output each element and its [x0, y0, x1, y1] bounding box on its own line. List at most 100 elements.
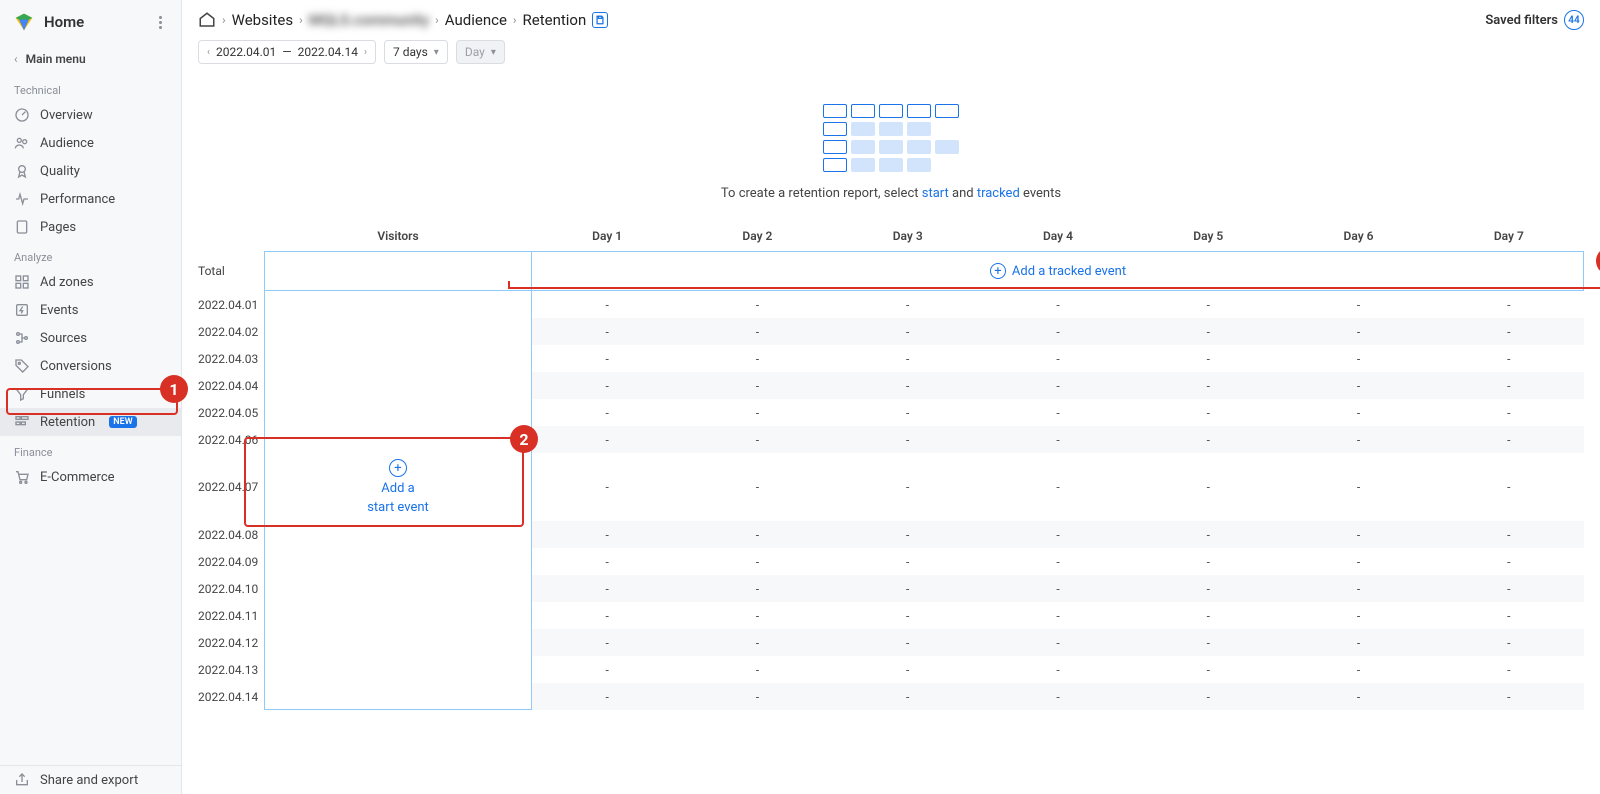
row-visitors-cell — [264, 426, 532, 453]
sidebar-item-conversions[interactable]: Conversions — [0, 352, 181, 380]
row-visitors-cell — [264, 683, 532, 710]
chevron-right-icon: › — [222, 13, 226, 27]
table-cell: - — [983, 656, 1133, 683]
share-export-label: Share and export — [40, 773, 138, 788]
table-cell: - — [682, 318, 832, 345]
row-date: 2022.04.13 — [198, 656, 264, 683]
chevron-left-icon: ‹ — [207, 47, 210, 58]
filterbar: ‹ 2022.04.01 — 2022.04.14 › 7 days ▾ Day… — [182, 40, 1600, 74]
chevron-right-icon: › — [435, 13, 439, 27]
sidebar-item-events[interactable]: Events — [0, 296, 181, 324]
row-date: 2022.04.11 — [198, 602, 264, 629]
row-visitors-cell: Add astart event — [264, 453, 532, 521]
chevron-down-icon: ▾ — [491, 47, 496, 58]
table-cell: - — [1434, 602, 1584, 629]
table-cell: - — [532, 548, 682, 575]
retention-table-wrap: VisitorsDay 1Day 2Day 3Day 4Day 5Day 6Da… — [182, 221, 1600, 710]
chevron-right-icon: › — [513, 13, 517, 27]
crumb-websites[interactable]: Websites — [232, 11, 293, 29]
row-visitors-cell — [264, 372, 532, 399]
col-day-7: Day 7 — [1434, 221, 1584, 251]
col-visitors: Visitors — [264, 221, 532, 251]
crumb-retention: Retention — [523, 11, 587, 29]
col-day-1: Day 1 — [532, 221, 682, 251]
table-cell: - — [532, 426, 682, 453]
sidebar-item-ad-zones[interactable]: Ad zones — [0, 268, 181, 296]
row-date: 2022.04.02 — [198, 318, 264, 345]
sidebar-item-e-commerce[interactable]: E-Commerce — [0, 463, 181, 491]
row-visitors-cell — [264, 318, 532, 345]
saved-filters[interactable]: Saved filters 44 — [1485, 10, 1584, 30]
table-cell: - — [1283, 372, 1433, 399]
table-cell: - — [1434, 426, 1584, 453]
save-report-icon[interactable] — [592, 12, 608, 28]
sidebar: Home ‹ Main menu TechnicalOverviewAudien… — [0, 0, 182, 794]
sidebar-item-pages[interactable]: Pages — [0, 213, 181, 241]
table-cell: - — [1133, 291, 1283, 318]
row-visitors-cell — [264, 521, 532, 548]
table-cell: - — [1283, 683, 1433, 710]
table-cell: - — [983, 399, 1133, 426]
retention-grid-illustration — [823, 104, 959, 172]
col-day-6: Day 6 — [1283, 221, 1433, 251]
table-cell: - — [1283, 548, 1433, 575]
main-menu-back[interactable]: ‹ Main menu — [0, 44, 181, 74]
sidebar-item-sources[interactable]: Sources — [0, 324, 181, 352]
row-date: 2022.04.04 — [198, 372, 264, 399]
table-cell: - — [1434, 656, 1584, 683]
date-range-picker[interactable]: ‹ 2022.04.01 — 2022.04.14 › — [198, 40, 376, 64]
share-export[interactable]: Share and export — [0, 766, 181, 794]
table-cell: - — [1283, 656, 1433, 683]
sidebar-item-audience[interactable]: Audience — [0, 129, 181, 157]
branches-icon — [14, 330, 30, 346]
table-cell: - — [1434, 453, 1584, 521]
period-label: 7 days — [393, 45, 428, 59]
date-to: 2022.04.14 — [298, 45, 358, 59]
col-day-4: Day 4 — [983, 221, 1133, 251]
chevron-right-icon: › — [299, 13, 303, 27]
nav-label: Funnels — [40, 387, 85, 402]
crumb-site[interactable]: MQLS.community — [309, 11, 430, 29]
hero-tracked-link[interactable]: tracked — [977, 186, 1020, 201]
table-cell: - — [833, 372, 983, 399]
table-cell: - — [532, 318, 682, 345]
add-tracked-cell: Add a tracked event — [532, 251, 1584, 291]
sidebar-item-retention[interactable]: RetentionNEW — [0, 408, 181, 436]
sidebar-item-quality[interactable]: Quality — [0, 157, 181, 185]
table-cell: - — [532, 372, 682, 399]
nav-label: Overview — [40, 108, 93, 123]
add-tracked-event[interactable]: Add a tracked event — [538, 257, 1578, 285]
table-cell: - — [833, 602, 983, 629]
crumb-audience[interactable]: Audience — [445, 11, 507, 29]
table-cell: - — [532, 656, 682, 683]
table-cell: - — [532, 291, 682, 318]
table-cell: - — [682, 575, 832, 602]
menu-kebab-icon[interactable] — [153, 16, 167, 29]
row-visitors-cell — [264, 629, 532, 656]
sidebar-item-funnels[interactable]: Funnels — [0, 380, 181, 408]
main-panel: › Websites › MQLS.community › Audience ›… — [182, 0, 1600, 794]
nav-badge: NEW — [109, 416, 136, 428]
nav-label: Quality — [40, 164, 80, 179]
add-start-event[interactable]: Add astart event — [270, 459, 526, 515]
table-cell: - — [983, 548, 1133, 575]
table-cell: - — [983, 318, 1133, 345]
date-sep: — — [282, 45, 291, 59]
period-select[interactable]: 7 days ▾ — [384, 40, 448, 64]
home-icon[interactable] — [198, 11, 216, 29]
table-cell: - — [983, 575, 1133, 602]
sidebar-item-overview[interactable]: Overview — [0, 101, 181, 129]
chevron-down-icon: ▾ — [434, 47, 439, 58]
table-cell: - — [1133, 521, 1283, 548]
table-cell: - — [983, 426, 1133, 453]
table-cell: - — [833, 521, 983, 548]
row-date: 2022.04.03 — [198, 345, 264, 372]
table-cell: - — [1283, 345, 1433, 372]
table-cell: - — [833, 399, 983, 426]
sidebar-item-performance[interactable]: Performance — [0, 185, 181, 213]
table-cell: - — [1283, 318, 1433, 345]
granularity-select[interactable]: Day ▾ — [456, 40, 505, 64]
nav-label: Pages — [40, 220, 76, 235]
hero-start-link[interactable]: start — [922, 186, 949, 201]
table-cell: - — [532, 683, 682, 710]
